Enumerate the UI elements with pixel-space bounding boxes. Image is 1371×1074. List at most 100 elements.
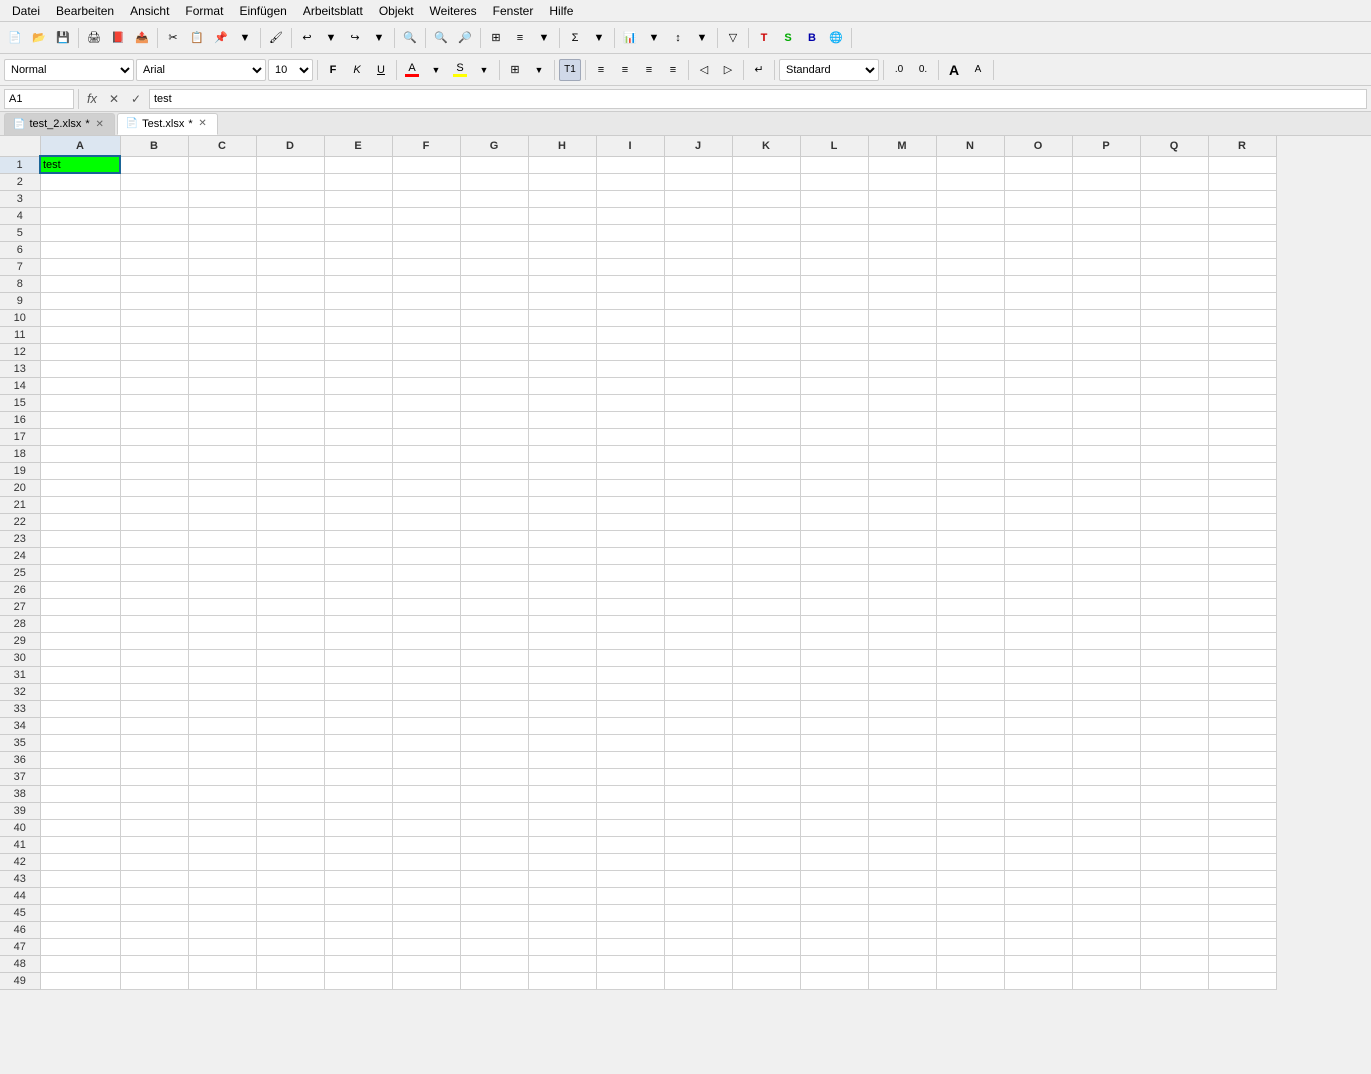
cell-J4[interactable] <box>664 207 732 224</box>
cell-B40[interactable] <box>120 819 188 836</box>
cell-A34[interactable] <box>40 717 120 734</box>
cell-J11[interactable] <box>664 326 732 343</box>
cell-C41[interactable] <box>188 836 256 853</box>
cell-J25[interactable] <box>664 564 732 581</box>
cell-L1[interactable] <box>800 156 868 173</box>
cell-P21[interactable] <box>1072 496 1140 513</box>
cell-A13[interactable] <box>40 360 120 377</box>
cell-R12[interactable] <box>1208 343 1276 360</box>
cell-G30[interactable] <box>460 649 528 666</box>
cell-L24[interactable] <box>800 547 868 564</box>
cell-J28[interactable] <box>664 615 732 632</box>
cell-R20[interactable] <box>1208 479 1276 496</box>
cell-G44[interactable] <box>460 887 528 904</box>
cell-H41[interactable] <box>528 836 596 853</box>
cell-M36[interactable] <box>868 751 936 768</box>
cell-M46[interactable] <box>868 921 936 938</box>
cell-O2[interactable] <box>1004 173 1072 190</box>
cell-R16[interactable] <box>1208 411 1276 428</box>
cell-I9[interactable] <box>596 292 664 309</box>
cell-H37[interactable] <box>528 768 596 785</box>
cell-A25[interactable] <box>40 564 120 581</box>
row-num-23[interactable]: 23 <box>0 530 40 547</box>
cell-H3[interactable] <box>528 190 596 207</box>
cell-K43[interactable] <box>732 870 800 887</box>
cell-E34[interactable] <box>324 717 392 734</box>
cell-N27[interactable] <box>936 598 1004 615</box>
cell-P48[interactable] <box>1072 955 1140 972</box>
cell-O24[interactable] <box>1004 547 1072 564</box>
cell-P15[interactable] <box>1072 394 1140 411</box>
cell-B35[interactable] <box>120 734 188 751</box>
cell-R46[interactable] <box>1208 921 1276 938</box>
col-header-P[interactable]: P <box>1072 136 1140 156</box>
cell-I30[interactable] <box>596 649 664 666</box>
cell-E18[interactable] <box>324 445 392 462</box>
cell-I42[interactable] <box>596 853 664 870</box>
cell-Q4[interactable] <box>1140 207 1208 224</box>
cell-E43[interactable] <box>324 870 392 887</box>
cell-P4[interactable] <box>1072 207 1140 224</box>
cell-F20[interactable] <box>392 479 460 496</box>
cell-L47[interactable] <box>800 938 868 955</box>
cell-R11[interactable] <box>1208 326 1276 343</box>
cell-Q9[interactable] <box>1140 292 1208 309</box>
cell-G19[interactable] <box>460 462 528 479</box>
cell-C4[interactable] <box>188 207 256 224</box>
cell-Q10[interactable] <box>1140 309 1208 326</box>
cell-G16[interactable] <box>460 411 528 428</box>
cell-D16[interactable] <box>256 411 324 428</box>
cell-B29[interactable] <box>120 632 188 649</box>
cell-F7[interactable] <box>392 258 460 275</box>
cell-Q7[interactable] <box>1140 258 1208 275</box>
cell-G12[interactable] <box>460 343 528 360</box>
cell-R39[interactable] <box>1208 802 1276 819</box>
cell-G46[interactable] <box>460 921 528 938</box>
cell-D26[interactable] <box>256 581 324 598</box>
cell-M45[interactable] <box>868 904 936 921</box>
cell-B23[interactable] <box>120 530 188 547</box>
cell-I24[interactable] <box>596 547 664 564</box>
cell-O9[interactable] <box>1004 292 1072 309</box>
cell-K15[interactable] <box>732 394 800 411</box>
cell-M26[interactable] <box>868 581 936 598</box>
cell-A8[interactable] <box>40 275 120 292</box>
cell-A47[interactable] <box>40 938 120 955</box>
cell-P24[interactable] <box>1072 547 1140 564</box>
cell-L33[interactable] <box>800 700 868 717</box>
cell-N46[interactable] <box>936 921 1004 938</box>
cell-C10[interactable] <box>188 309 256 326</box>
cell-G23[interactable] <box>460 530 528 547</box>
cell-M16[interactable] <box>868 411 936 428</box>
cell-D35[interactable] <box>256 734 324 751</box>
cell-R41[interactable] <box>1208 836 1276 853</box>
cell-B36[interactable] <box>120 751 188 768</box>
cell-R49[interactable] <box>1208 972 1276 989</box>
cell-L2[interactable] <box>800 173 868 190</box>
cell-D37[interactable] <box>256 768 324 785</box>
cell-P32[interactable] <box>1072 683 1140 700</box>
cell-H35[interactable] <box>528 734 596 751</box>
cell-P11[interactable] <box>1072 326 1140 343</box>
cell-N24[interactable] <box>936 547 1004 564</box>
cell-R29[interactable] <box>1208 632 1276 649</box>
cell-J16[interactable] <box>664 411 732 428</box>
cell-D29[interactable] <box>256 632 324 649</box>
cell-O19[interactable] <box>1004 462 1072 479</box>
cell-K44[interactable] <box>732 887 800 904</box>
cell-I43[interactable] <box>596 870 664 887</box>
sort-dropdown[interactable]: ▼ <box>691 27 713 49</box>
cell-E2[interactable] <box>324 173 392 190</box>
font-size-dropdown[interactable]: 8 9 10 11 12 <box>268 59 313 81</box>
cell-M7[interactable] <box>868 258 936 275</box>
cell-B20[interactable] <box>120 479 188 496</box>
cell-B28[interactable] <box>120 615 188 632</box>
cell-A24[interactable] <box>40 547 120 564</box>
cell-H15[interactable] <box>528 394 596 411</box>
cell-K33[interactable] <box>732 700 800 717</box>
row-num-24[interactable]: 24 <box>0 547 40 564</box>
cell-E49[interactable] <box>324 972 392 989</box>
cell-C34[interactable] <box>188 717 256 734</box>
cell-Q35[interactable] <box>1140 734 1208 751</box>
cell-L48[interactable] <box>800 955 868 972</box>
